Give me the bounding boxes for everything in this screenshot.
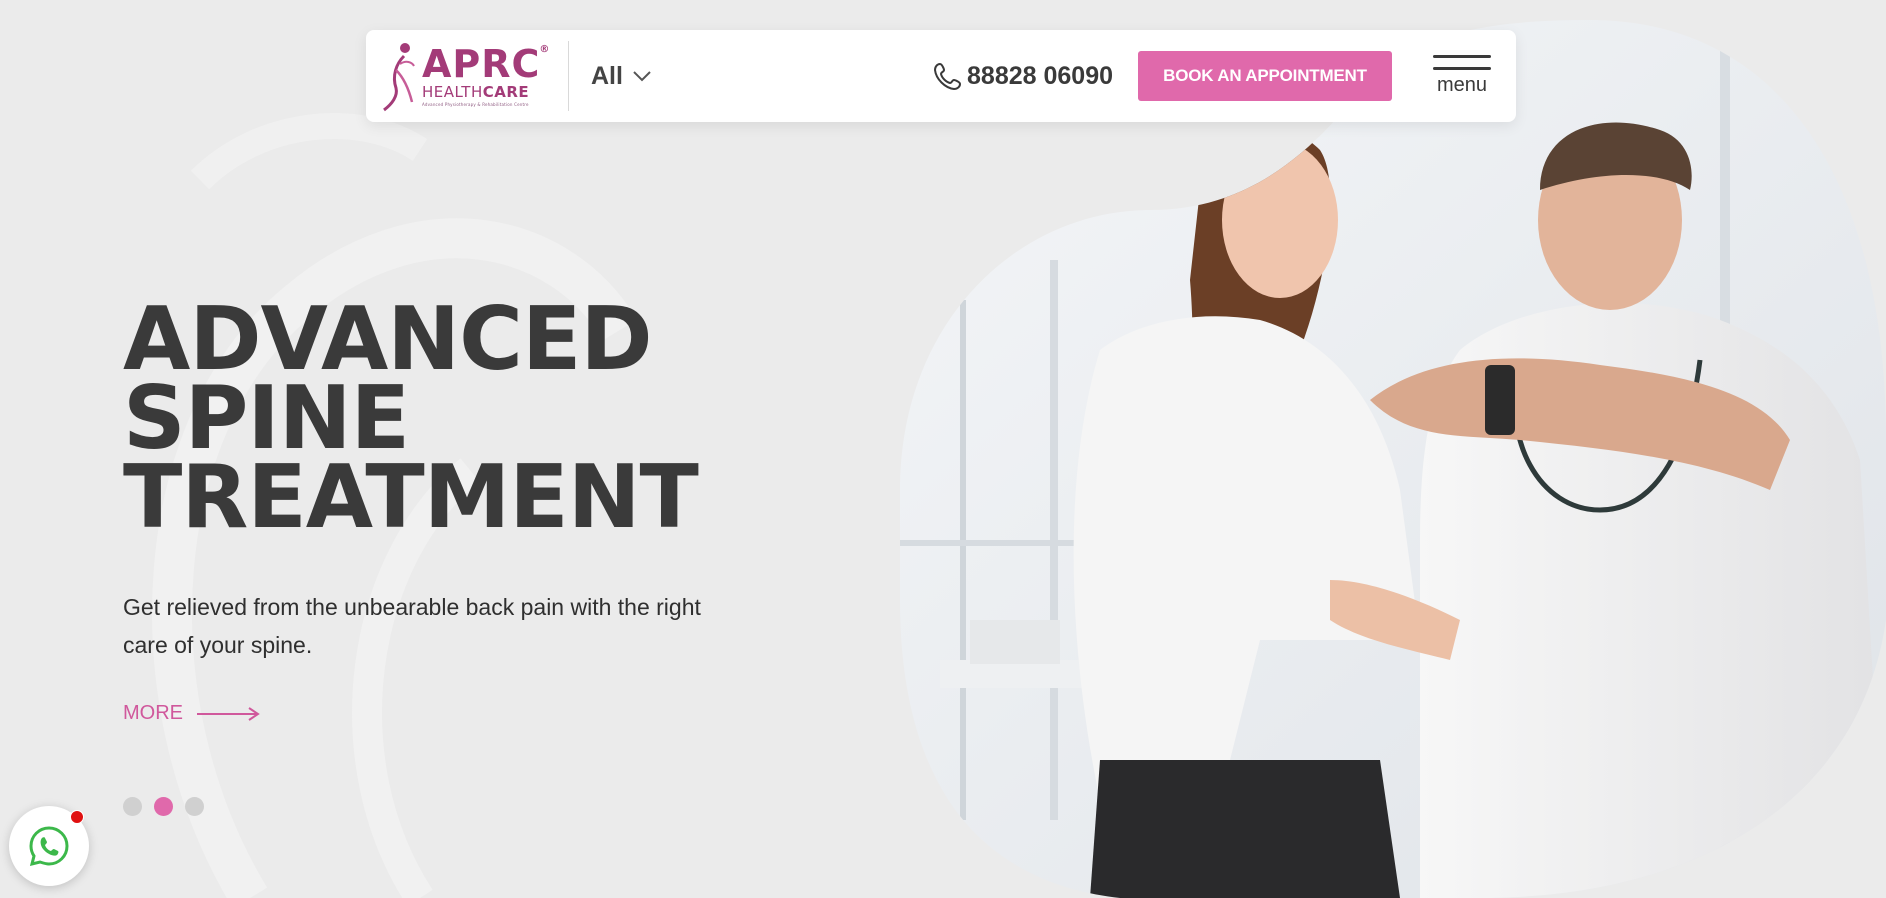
header-divider xyxy=(568,41,569,111)
more-link[interactable]: MORE xyxy=(123,702,261,725)
slider-pagination xyxy=(123,797,204,816)
slide-dot-3[interactable] xyxy=(185,797,204,816)
hamburger-icon xyxy=(1433,55,1491,58)
hero-title-line-3: TREATMENT xyxy=(123,446,699,548)
notification-badge xyxy=(70,810,84,824)
slide-dot-2[interactable] xyxy=(154,797,173,816)
header-bar: APRC ® HEALTHCARE Advanced Physiotherapy … xyxy=(366,30,1516,122)
slide-dot-1[interactable] xyxy=(123,797,142,816)
more-label: MORE xyxy=(123,702,183,724)
logo-brand: APRC ® xyxy=(422,42,549,86)
menu-button[interactable]: menu xyxy=(1432,55,1492,97)
menu-label: menu xyxy=(1436,74,1488,96)
logo-tagline: Advanced Physiotherapy & Rehabilitation … xyxy=(422,102,529,107)
arrow-right-icon xyxy=(197,706,260,721)
logo-text: APRC ® HEALTHCARE Advanced Physiotherapy … xyxy=(422,42,549,107)
book-appointment-button[interactable]: BOOK AN APPOINTMENT xyxy=(1138,51,1392,101)
logo[interactable]: APRC ® HEALTHCARE Advanced Physiotherapy … xyxy=(366,30,566,122)
hero-title: ADVANCED SPINE TREATMENT xyxy=(123,296,743,548)
phone-number: 88828 06090 xyxy=(967,61,1113,90)
hamburger-line xyxy=(1433,67,1491,70)
chevron-down-icon xyxy=(633,71,651,82)
category-dropdown[interactable]: All xyxy=(591,62,651,91)
registered-mark: ® xyxy=(539,44,551,55)
phone-contact[interactable]: 88828 06090 xyxy=(933,61,1113,91)
category-dropdown-value: All xyxy=(591,61,623,90)
logo-figure-icon xyxy=(383,43,415,112)
logo-subtitle: HEALTHCARE xyxy=(422,85,540,100)
hero-subtitle: Get relieved from the unbearable back pa… xyxy=(123,594,701,658)
phone-icon xyxy=(934,62,962,91)
hero-photo-doctor-patient xyxy=(900,20,1886,898)
logo-brand-text: APRC xyxy=(422,42,541,86)
whatsapp-icon xyxy=(29,826,69,867)
